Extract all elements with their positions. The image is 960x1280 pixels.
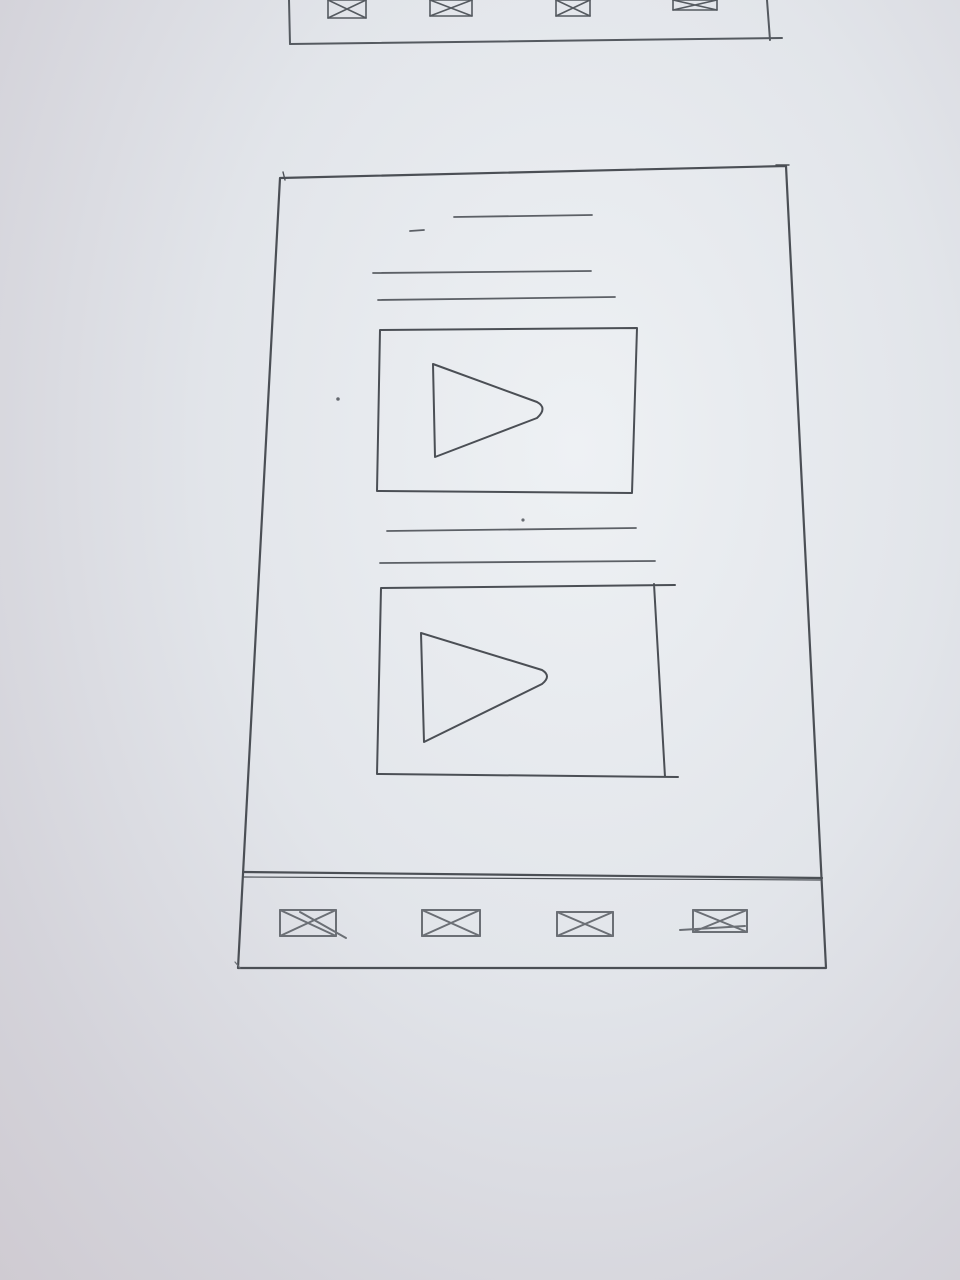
top-frame-right-edge [766,0,771,41]
nav-icon-1[interactable] [279,909,347,939]
top-nav-icon-1 [327,0,367,19]
top-nav-icon-4 [672,0,718,11]
play-icon [432,363,544,458]
top-partial-wireframe [288,0,783,45]
top-frame-bottom-edge [289,37,783,45]
bottom-nav-bar [241,870,824,881]
top-nav-icon-2 [429,0,473,17]
middle-text-lines [379,527,656,564]
nav-icon-3[interactable] [556,911,614,937]
text-line-2 [377,296,616,301]
text-line-1 [372,270,592,274]
top-nav-icon-3 [555,0,591,17]
header-text-lines [372,214,616,301]
video-placeholder-1[interactable] [376,327,638,494]
video-placeholder-2[interactable] [376,583,679,778]
text-line-4 [379,560,656,564]
text-line-title [453,214,593,218]
wireframe-sketch [234,0,828,970]
phone-frame [236,164,828,970]
play-icon [420,632,548,743]
nav-icon-2[interactable] [421,909,481,937]
nav-icon-4[interactable] [679,909,748,933]
text-line-3 [386,527,637,532]
stray-dot [521,518,525,522]
stray-dot [336,397,340,401]
video-box-1 [376,327,638,494]
top-frame-left-edge [288,0,291,45]
text-line-short-dash [409,229,425,232]
main-wireframe [236,164,828,970]
